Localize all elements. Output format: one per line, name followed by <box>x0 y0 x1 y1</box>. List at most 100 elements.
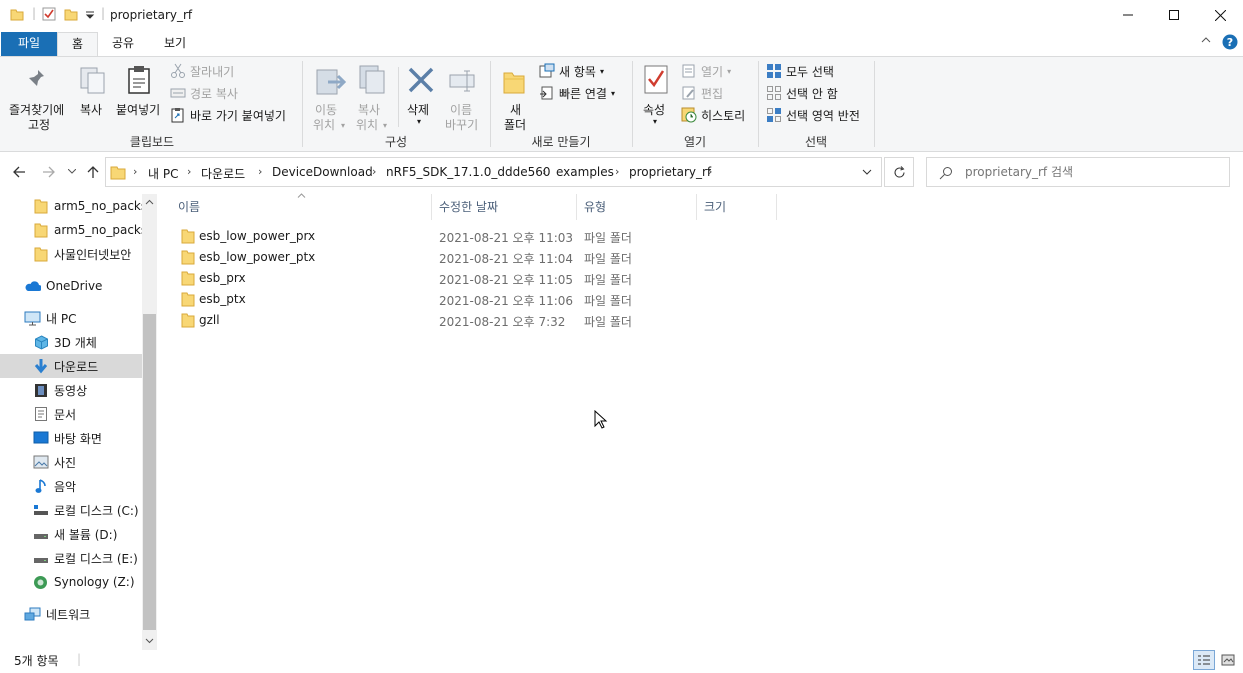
breadcrumb-downloads[interactable]: 다운로드 <box>201 165 245 182</box>
select-none-button[interactable]: 선택 안 함 <box>766 84 838 102</box>
nav-item-arm5-no-packs[interactable]: arm5_no_packs <box>0 194 142 218</box>
up-button[interactable] <box>86 165 100 179</box>
back-button[interactable] <box>12 165 26 179</box>
delete-button[interactable]: 삭제 ▾ <box>402 61 440 131</box>
maximize-button[interactable] <box>1151 0 1197 30</box>
nav-item-videos[interactable]: 동영상 <box>0 378 142 402</box>
paste-shortcut-button[interactable]: 바로 가기 붙여넣기 <box>170 106 286 124</box>
select-all-button[interactable]: 모두 선택 <box>766 62 834 80</box>
new-item-button[interactable]: 새 항목 ▾ <box>539 62 604 80</box>
large-icons-view-button[interactable] <box>1217 650 1239 670</box>
breadcrumb-chevron-icon[interactable]: › <box>542 165 546 178</box>
table-row[interactable]: esb_ptx 2021-08-21 오후 11:06 파일 폴더 <box>178 289 678 310</box>
breadcrumb-chevron-icon[interactable]: › <box>615 165 619 178</box>
refresh-button[interactable] <box>884 157 914 187</box>
copy-path-button[interactable]: 경로 복사 <box>170 84 238 102</box>
open-button[interactable]: 열기 ▾ <box>681 62 731 80</box>
folder-icon <box>181 312 195 328</box>
breadcrumb-chevron-icon[interactable]: › <box>187 165 191 178</box>
nav-item-this-pc[interactable]: 내 PC <box>0 306 142 330</box>
table-row[interactable]: esb_low_power_ptx 2021-08-21 오후 11:04 파일… <box>178 247 678 268</box>
nav-item-local-disk-e[interactable]: 로컬 디스크 (E:) <box>0 546 142 570</box>
close-button[interactable] <box>1197 0 1243 30</box>
column-header-size[interactable]: 크기 <box>704 198 726 218</box>
nav-item-network[interactable]: 네트워크 <box>0 602 142 626</box>
column-header-modified[interactable]: 수정한 날짜 <box>439 198 498 218</box>
copy-to-button[interactable]: 복사 위치 ▾ <box>354 61 394 132</box>
nav-scrollbar[interactable] <box>142 194 157 650</box>
column-divider[interactable] <box>576 194 577 220</box>
ribbon-separator <box>398 67 399 127</box>
column-header-name[interactable]: 이름 <box>178 198 200 218</box>
open-label: 열기 <box>701 64 724 79</box>
breadcrumb-this-pc[interactable]: 내 PC <box>148 165 178 182</box>
nav-item-iot-security[interactable]: 사물인터넷보안 <box>0 242 142 266</box>
nav-item-onedrive[interactable]: OneDrive <box>0 274 142 298</box>
table-row[interactable]: gzll 2021-08-21 오후 7:32 파일 폴더 <box>178 310 678 331</box>
rename-button[interactable]: 이름 바꾸기 <box>444 61 484 132</box>
details-view-icon <box>1197 654 1211 666</box>
breadcrumb-chevron-icon[interactable]: › <box>708 165 712 178</box>
quick-access-dropdown-icon[interactable] <box>85 7 95 21</box>
nav-item-3d-objects[interactable]: 3D 개체 <box>0 330 142 354</box>
tab-file[interactable]: 파일 <box>1 32 57 56</box>
nav-item-label: 네트워크 <box>46 607 91 622</box>
forward-button[interactable] <box>42 165 56 179</box>
easy-access-button[interactable]: 빠른 연결 ▾ <box>539 84 615 102</box>
tab-share[interactable]: 공유 <box>98 32 148 56</box>
breadcrumb-devicedownload[interactable]: DeviceDownload <box>272 165 373 179</box>
video-icon <box>34 383 48 398</box>
column-divider[interactable] <box>696 194 697 220</box>
tab-home[interactable]: 홈 <box>57 32 99 56</box>
nav-item-synology-z[interactable]: Synology (Z:) <box>0 570 142 594</box>
breadcrumb-chevron-icon[interactable]: › <box>133 165 137 178</box>
properties-button[interactable]: 속성 ▾ <box>638 61 676 131</box>
folder-icon <box>181 291 195 307</box>
nav-item-arm5-no-packs[interactable]: arm5_no_packs <box>0 218 142 242</box>
tab-view[interactable]: 보기 <box>150 32 200 56</box>
new-folder-button[interactable]: 새 폴더 <box>496 61 532 132</box>
cut-label: 잘라내기 <box>190 64 235 79</box>
copy-button[interactable]: 복사 <box>76 61 110 131</box>
paste-button[interactable]: 붙여넣기 <box>113 61 165 131</box>
collapse-ribbon-icon[interactable] <box>1201 36 1211 44</box>
scroll-thumb[interactable] <box>143 314 156 630</box>
breadcrumb-chevron-icon[interactable]: › <box>258 165 262 178</box>
pin-quick-access-button[interactable]: 즐겨찾기에 고정 <box>6 61 72 132</box>
minimize-button[interactable] <box>1105 0 1151 30</box>
column-divider[interactable] <box>776 194 777 220</box>
nav-item-label: 음악 <box>54 479 77 494</box>
help-icon[interactable]: ? <box>1222 34 1238 50</box>
scroll-down-icon[interactable] <box>145 638 154 644</box>
nav-item-documents[interactable]: 문서 <box>0 402 142 426</box>
new-folder-quick-icon[interactable] <box>64 7 78 21</box>
address-dropdown-icon[interactable] <box>862 169 872 176</box>
table-row[interactable]: esb_low_power_prx 2021-08-21 오후 11:03 파일… <box>178 226 678 247</box>
edit-button[interactable]: 편집 <box>681 84 723 102</box>
nav-item-desktop[interactable]: 바탕 화면 <box>0 426 142 450</box>
search-box[interactable] <box>926 157 1230 187</box>
scroll-up-icon[interactable] <box>145 199 154 205</box>
invert-selection-button[interactable]: 선택 영역 반전 <box>766 106 860 124</box>
breadcrumb-examples[interactable]: examples <box>556 165 614 179</box>
recent-locations-icon[interactable] <box>68 169 76 175</box>
properties-quick-icon[interactable] <box>42 7 56 21</box>
nav-item-music[interactable]: 음악 <box>0 474 142 498</box>
nav-item-downloads[interactable]: 다운로드 <box>0 354 142 378</box>
column-divider[interactable] <box>431 194 432 220</box>
nav-item-local-disk-c[interactable]: 로컬 디스크 (C:) <box>0 498 142 522</box>
nav-item-pictures[interactable]: 사진 <box>0 450 142 474</box>
breadcrumb-sdk[interactable]: nRF5_SDK_17.1.0_ddde560 <box>386 165 551 179</box>
cut-button[interactable]: 잘라내기 <box>170 62 234 80</box>
breadcrumb-chevron-icon[interactable]: › <box>372 165 376 178</box>
nav-item-volume-d[interactable]: 새 볼륨 (D:) <box>0 522 142 546</box>
search-input[interactable] <box>965 164 1215 180</box>
ribbon-tabs: 파일 홈 공유 보기 ? <box>0 30 1243 56</box>
move-to-button[interactable]: 이동 위치 ▾ <box>310 61 350 132</box>
details-view-button[interactable] <box>1193 650 1215 670</box>
history-button[interactable]: 히스토리 <box>681 106 745 124</box>
breadcrumb-proprietary-rf[interactable]: proprietary_rf <box>629 165 711 179</box>
table-row[interactable]: esb_prx 2021-08-21 오후 11:05 파일 폴더 <box>178 268 678 289</box>
nav-item-label: 로컬 디스크 (E:) <box>54 551 138 566</box>
column-header-type[interactable]: 유형 <box>584 198 606 218</box>
